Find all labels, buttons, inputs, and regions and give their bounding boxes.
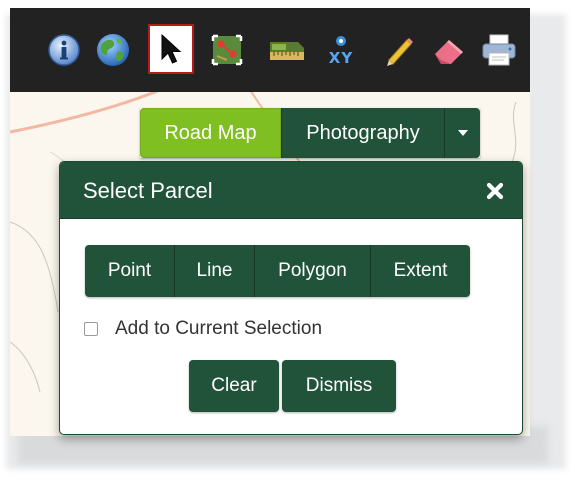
globe-icon xyxy=(95,32,131,68)
xy-coordinates-icon: XY xyxy=(329,35,353,66)
extent-button[interactable]: Extent xyxy=(370,245,470,297)
chevron-down-icon xyxy=(457,130,468,136)
polygon-button[interactable]: Polygon xyxy=(254,245,370,297)
select-arrow-icon xyxy=(158,33,184,65)
draw-tool-button[interactable] xyxy=(378,28,420,72)
globe-tool-button[interactable] xyxy=(92,28,134,72)
xy-label: XY xyxy=(328,48,354,67)
eraser-icon xyxy=(429,32,469,68)
erase-tool-button[interactable] xyxy=(428,28,470,72)
info-tool-button[interactable] xyxy=(43,28,85,72)
pencil-icon xyxy=(381,32,417,68)
add-to-selection-checkbox[interactable] xyxy=(84,322,98,336)
select-parcel-icon xyxy=(207,30,247,70)
select-parcel-dialog: Select Parcel Point Line Polygon Extent … xyxy=(59,161,523,435)
photography-button[interactable]: Photography xyxy=(281,108,444,158)
printer-icon xyxy=(480,32,518,68)
line-button[interactable]: Line xyxy=(174,245,254,297)
dialog-title: Select Parcel xyxy=(83,178,213,203)
measure-ruler-icon xyxy=(266,32,308,68)
map-toolbar: XY xyxy=(10,8,530,92)
select-parcel-tool-button[interactable] xyxy=(206,28,248,72)
dialog-header: Select Parcel xyxy=(60,162,522,219)
select-tool-button[interactable] xyxy=(148,24,194,74)
point-button[interactable]: Point xyxy=(85,245,174,297)
info-icon xyxy=(47,33,81,67)
close-icon xyxy=(486,182,504,200)
dismiss-button[interactable]: Dismiss xyxy=(282,360,396,412)
draw-mode-button-group: Point Line Polygon Extent xyxy=(85,245,470,297)
measure-tool-button[interactable] xyxy=(266,28,308,72)
xy-tool-button[interactable]: XY xyxy=(320,28,362,72)
print-tool-button[interactable] xyxy=(478,28,520,72)
road-map-button[interactable]: Road Map xyxy=(140,108,281,158)
basemap-dropdown-button[interactable] xyxy=(444,108,480,158)
dialog-close-button[interactable] xyxy=(484,180,506,202)
add-to-selection-row: Add to Current Selection xyxy=(84,318,322,340)
basemap-toggle-group: Road Map Photography xyxy=(140,108,480,158)
add-to-selection-label[interactable]: Add to Current Selection xyxy=(115,318,322,340)
clear-button[interactable]: Clear xyxy=(189,360,279,412)
